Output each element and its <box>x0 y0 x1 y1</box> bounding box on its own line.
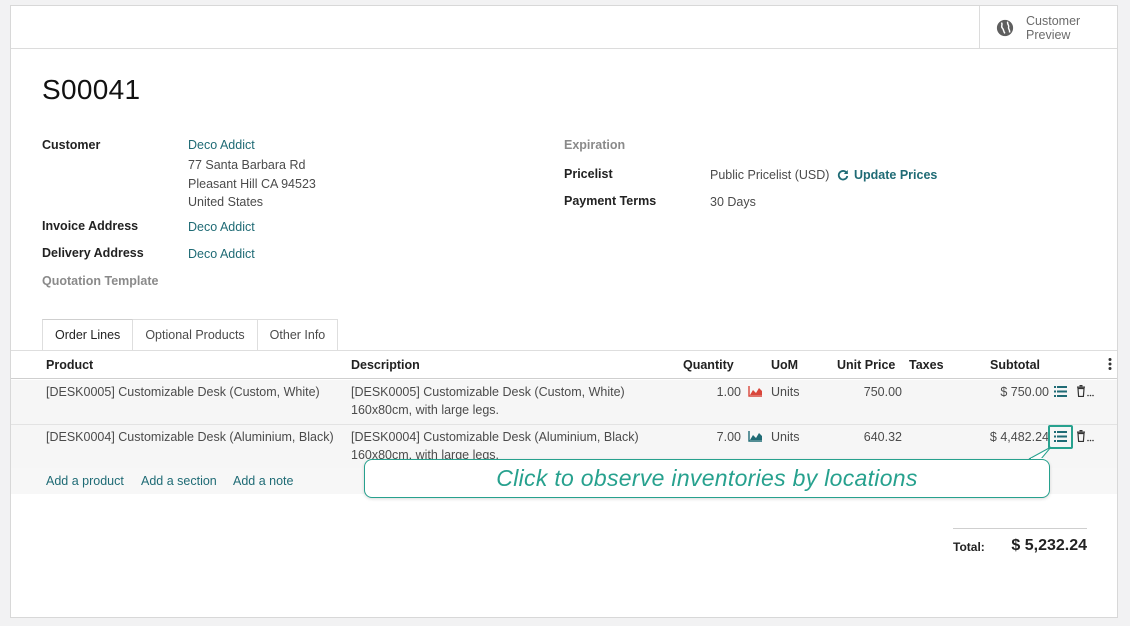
description-line[interactable]: [DESK0004] Customizable Desk (Aluminium,… <box>351 430 639 444</box>
invoice-address-label: Invoice Address <box>42 219 139 233</box>
payment-terms-label: Payment Terms <box>564 194 657 208</box>
form-sheet: Customer Preview S00041 Customer Deco Ad… <box>10 5 1118 618</box>
tab-order-lines[interactable]: Order Lines <box>42 319 134 351</box>
customer-link[interactable]: Deco Addict <box>188 138 255 152</box>
description-line[interactable]: [DESK0005] Customizable Desk (Custom, Wh… <box>351 385 625 399</box>
inventory-list-icon[interactable] <box>1054 386 1067 400</box>
unit-price-cell[interactable]: 750.00 <box>831 385 902 399</box>
add-section-link[interactable]: Add a section <box>141 474 217 488</box>
col-description[interactable]: Description <box>351 358 420 372</box>
refresh-icon <box>837 170 849 181</box>
product-cell[interactable]: [DESK0004] Customizable Desk (Aluminium,… <box>46 430 334 444</box>
preview-label-line2: Preview <box>1026 27 1071 42</box>
tooltip-text: Click to observe inventories by location… <box>496 465 918 491</box>
globe-icon <box>996 19 1014 36</box>
col-subtotal[interactable]: Subtotal <box>990 358 1040 372</box>
payment-terms-value[interactable]: 30 Days <box>710 195 756 209</box>
pricelist-label: Pricelist <box>564 167 613 181</box>
quotation-template-label: Quotation Template <box>42 274 159 288</box>
uom-cell[interactable]: Units <box>771 385 799 399</box>
col-product[interactable]: Product <box>46 358 93 372</box>
tab-optional-products[interactable]: Optional Products <box>133 319 258 351</box>
customer-label: Customer <box>42 138 101 152</box>
delivery-address-link[interactable]: Deco Addict <box>188 247 255 261</box>
address-line: Pleasant Hill CA 94523 <box>188 176 316 191</box>
pricelist-value[interactable]: Public Pricelist (USD) <box>710 168 829 182</box>
trash-icon[interactable] <box>1076 385 1094 400</box>
forecast-chart-icon[interactable] <box>748 430 763 445</box>
add-note-link[interactable]: Add a note <box>233 474 293 488</box>
totals-block: Total: $ 5,232.24 <box>953 528 1087 554</box>
quantity-cell[interactable]: 7.00 <box>671 430 741 444</box>
customer-address: 77 Santa Barbara Rd Pleasant Hill CA 945… <box>188 156 316 212</box>
notebook-tabs: Order Lines Optional Products Other Info <box>42 319 339 351</box>
total-amount: $ 5,232.24 <box>1011 537 1087 554</box>
table-row[interactable]: [DESK0005] Customizable Desk (Custom, Wh… <box>11 380 1117 425</box>
col-uom[interactable]: UoM <box>771 358 798 372</box>
order-lines-header: Product Description Quantity UoM Unit Pr… <box>11 351 1117 379</box>
uom-cell[interactable]: Units <box>771 430 799 444</box>
tooltip-pointer <box>1028 446 1052 461</box>
update-prices-label: Update Prices <box>854 168 938 182</box>
forecast-chart-icon[interactable] <box>748 385 763 400</box>
address-line: 77 Santa Barbara Rd <box>188 158 306 172</box>
preview-label-line1: Customer <box>1026 13 1081 28</box>
add-product-link[interactable]: Add a product <box>46 474 124 488</box>
description-line[interactable]: 160x80cm, with large legs. <box>351 403 499 417</box>
subtotal-cell: $ 4,482.24 <box>989 430 1049 444</box>
col-quantity[interactable]: Quantity <box>683 358 734 372</box>
update-prices-button[interactable]: Update Prices <box>837 168 937 182</box>
page-title: S00041 <box>42 74 141 105</box>
product-cell[interactable]: [DESK0005] Customizable Desk (Custom, Wh… <box>46 385 320 399</box>
col-taxes[interactable]: Taxes <box>909 358 944 372</box>
status-bar: Customer Preview <box>11 6 1117 49</box>
column-options-icon[interactable] <box>1108 357 1112 374</box>
quantity-cell[interactable]: 1.00 <box>671 385 741 399</box>
delivery-address-label: Delivery Address <box>42 246 144 260</box>
tab-other-info[interactable]: Other Info <box>257 319 339 351</box>
expiration-label: Expiration <box>564 138 626 152</box>
total-label: Total: <box>953 540 985 554</box>
customer-preview-button[interactable]: Customer Preview <box>979 6 1117 49</box>
unit-price-cell[interactable]: 640.32 <box>831 430 902 444</box>
subtotal-cell: $ 750.00 <box>1000 385 1049 399</box>
highlight-box <box>1048 425 1073 449</box>
invoice-address-link[interactable]: Deco Addict <box>188 220 255 234</box>
trash-icon[interactable] <box>1076 430 1094 445</box>
tooltip-bubble: Click to observe inventories by location… <box>364 459 1050 498</box>
col-unit-price[interactable]: Unit Price <box>837 358 895 372</box>
address-line: United States <box>188 195 264 209</box>
